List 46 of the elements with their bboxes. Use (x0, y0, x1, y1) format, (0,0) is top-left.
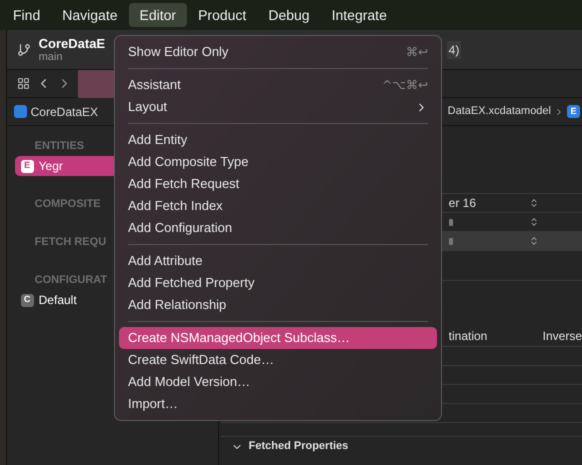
menu-item[interactable]: Add Fetched Property (119, 272, 437, 294)
menu-item[interactable]: Add Fetch Index (119, 195, 437, 217)
column-header: tination (448, 328, 488, 344)
popup-chevron-icon (528, 217, 539, 227)
popup-chevron-icon (528, 236, 539, 246)
breadcrumb-item[interactable]: DataEX.xcdatamodel (448, 103, 551, 120)
section-header: ENTITIES (34, 138, 84, 154)
menu-bar-item[interactable]: Integrate (320, 3, 398, 27)
section-header: COMPOSITE (34, 196, 101, 212)
menu-item[interactable]: Add Model Version… (119, 371, 437, 393)
menu-bar-item[interactable]: Find (2, 3, 52, 27)
section-header: CONFIGURAT (34, 272, 108, 288)
project-name: CoreDataE (38, 36, 106, 50)
popup-stub-icon (448, 238, 453, 244)
menu-item[interactable]: Show Editor Only ⌘↩ (119, 41, 437, 63)
menu-item[interactable]: Layout (119, 96, 437, 118)
entity-badge: C (20, 294, 34, 306)
menu-item[interactable]: Add Fetch Request (119, 173, 437, 195)
popup-chevron-icon (528, 198, 539, 208)
menu-item[interactable]: Add Entity (119, 129, 437, 151)
branch-icon (16, 42, 31, 56)
menu-bar-item[interactable]: Editor (128, 3, 188, 27)
shortcut-label: ⌘↩ (406, 44, 428, 61)
branch-name: main (38, 52, 62, 62)
entity-badge[interactable]: E (567, 105, 580, 118)
menu-item[interactable]: Import… (119, 393, 437, 415)
section-header: FETCH REQU (34, 234, 106, 250)
breadcrumb-item[interactable]: CoreDataEX (30, 102, 98, 120)
grid-icon[interactable] (16, 77, 30, 90)
menu-item[interactable]: Create SwiftData Code… (119, 349, 437, 371)
section-title: Fetched Properties (248, 439, 348, 454)
shortcut-label: ^⌥⌘↩ (382, 77, 428, 94)
menu-item[interactable]: Add Relationship (119, 294, 437, 316)
menu-item[interactable]: Create NSManagedObject Subclass… (119, 327, 437, 349)
menu-item[interactable]: Add Attribute (119, 250, 437, 272)
status-text: 4) (446, 40, 462, 58)
menu-bar-item[interactable]: Product (187, 3, 258, 27)
column-header: Inverse (542, 328, 582, 344)
app-icon (14, 105, 27, 118)
popup-value: er 16 (448, 195, 477, 212)
popup-stub-icon (448, 218, 453, 226)
entity-badge: E (20, 160, 34, 172)
menu-item[interactable]: Add Configuration (119, 217, 437, 239)
menu-bar-item[interactable]: Navigate (51, 3, 128, 27)
menu-bar-item[interactable]: Debug (257, 3, 321, 27)
menu-item[interactable]: Assistant ^⌥⌘↩ (119, 74, 437, 96)
